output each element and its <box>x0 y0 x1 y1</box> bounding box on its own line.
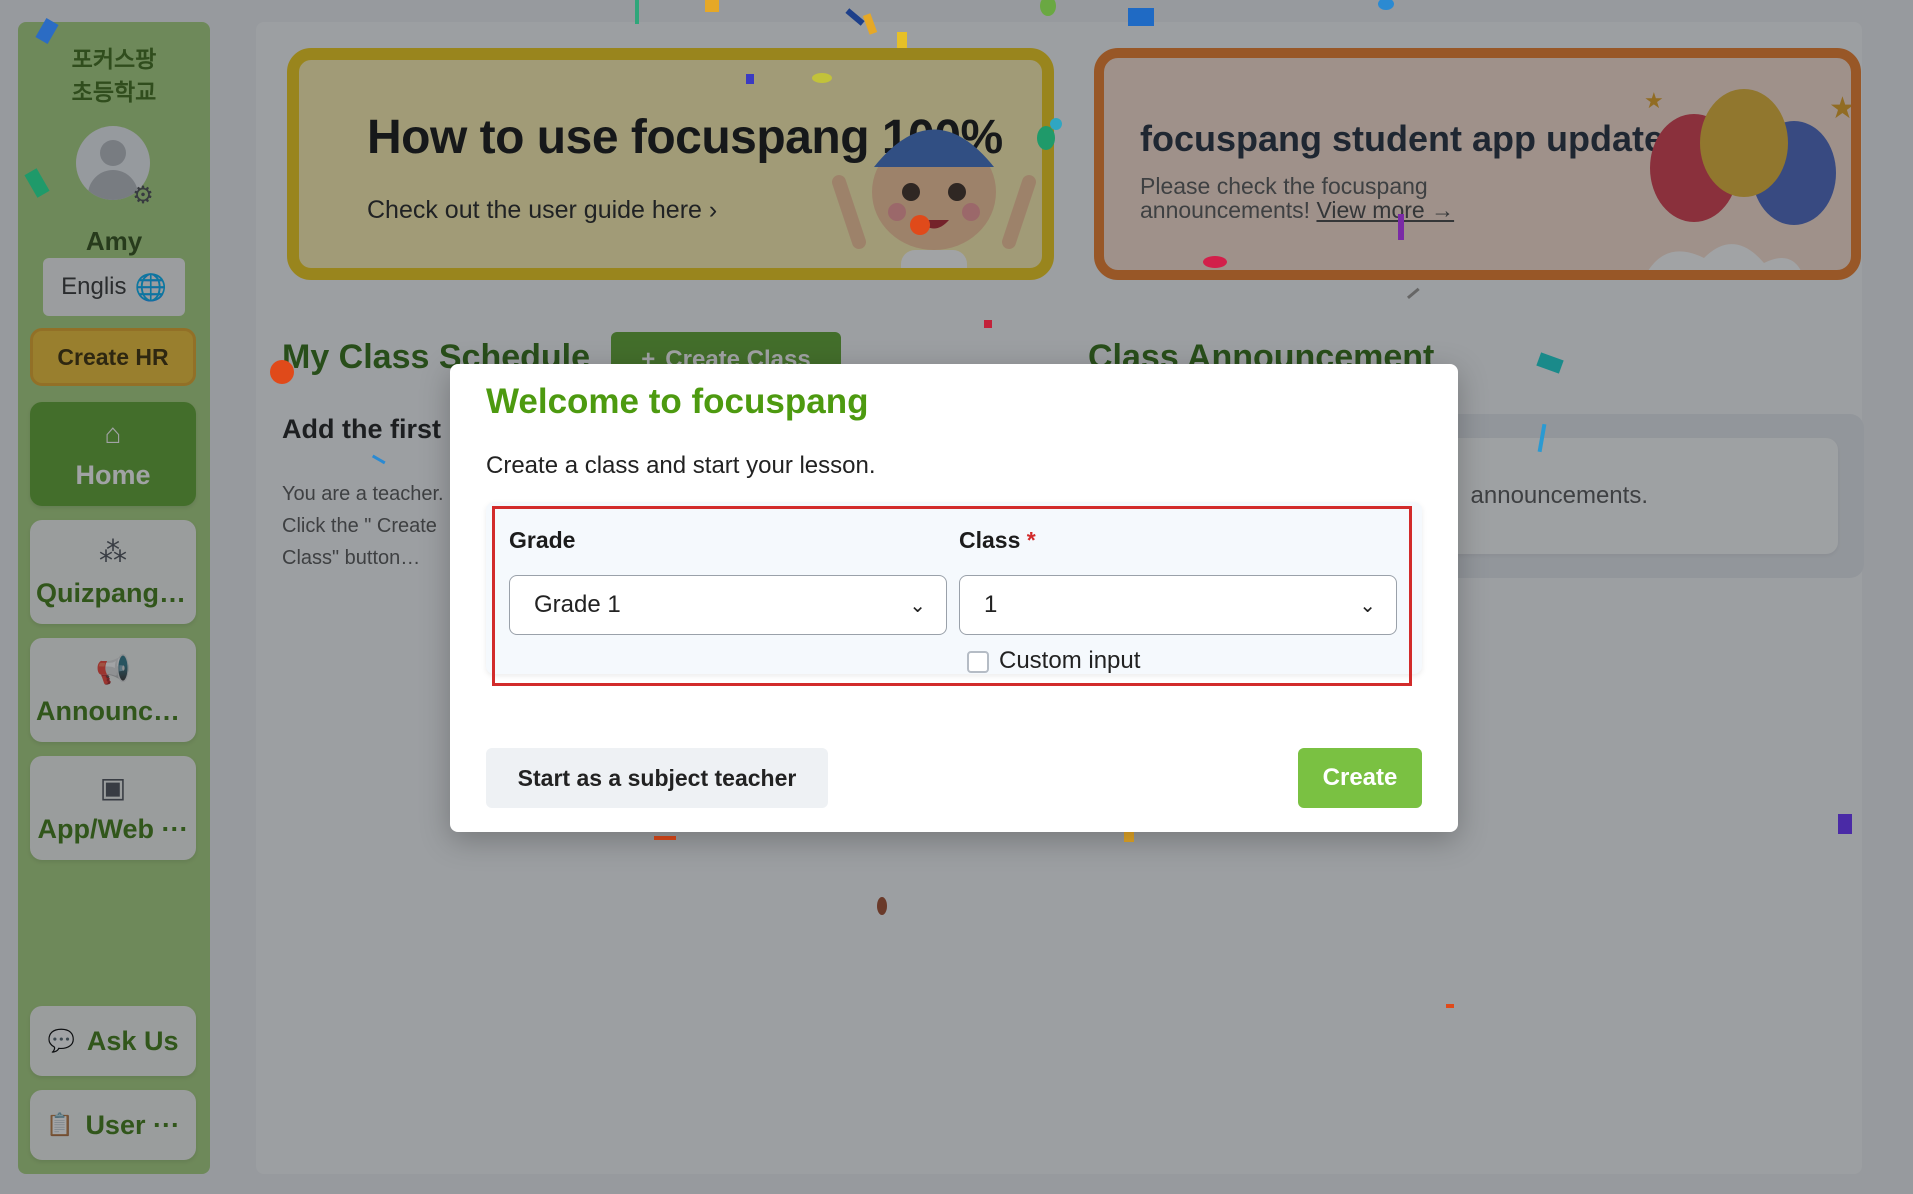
class-label-text: Class <box>959 527 1021 553</box>
chevron-down-icon: ⌄ <box>909 594 926 617</box>
grade-label: Grade <box>509 527 576 553</box>
custom-input-label[interactable]: Custom input <box>999 647 1140 675</box>
custom-input-checkbox[interactable] <box>967 651 989 673</box>
class-label: Class * <box>959 527 1036 554</box>
class-select[interactable]: 1 ⌄ <box>959 575 1397 635</box>
class-select-value: 1 <box>984 591 998 618</box>
class-form-card: Grade Class * Grade 1 ⌄ 1 ⌄ Custom input <box>486 502 1422 686</box>
dialog-title: Welcome to focuspang <box>486 382 869 421</box>
create-button[interactable]: Create <box>1298 748 1422 808</box>
welcome-dialog: Welcome to focuspang Create a class and … <box>450 364 1458 832</box>
required-asterisk: * <box>1026 527 1036 553</box>
chevron-down-icon: ⌄ <box>1359 594 1376 617</box>
grade-select-value: Grade 1 <box>534 591 621 618</box>
class-form-highlight: Grade Class * Grade 1 ⌄ 1 ⌄ Custom input <box>492 506 1412 686</box>
grade-select[interactable]: Grade 1 ⌄ <box>509 575 947 635</box>
dialog-subtitle: Create a class and start your lesson. <box>486 452 876 479</box>
start-as-subject-teacher-button[interactable]: Start as a subject teacher <box>486 748 828 808</box>
